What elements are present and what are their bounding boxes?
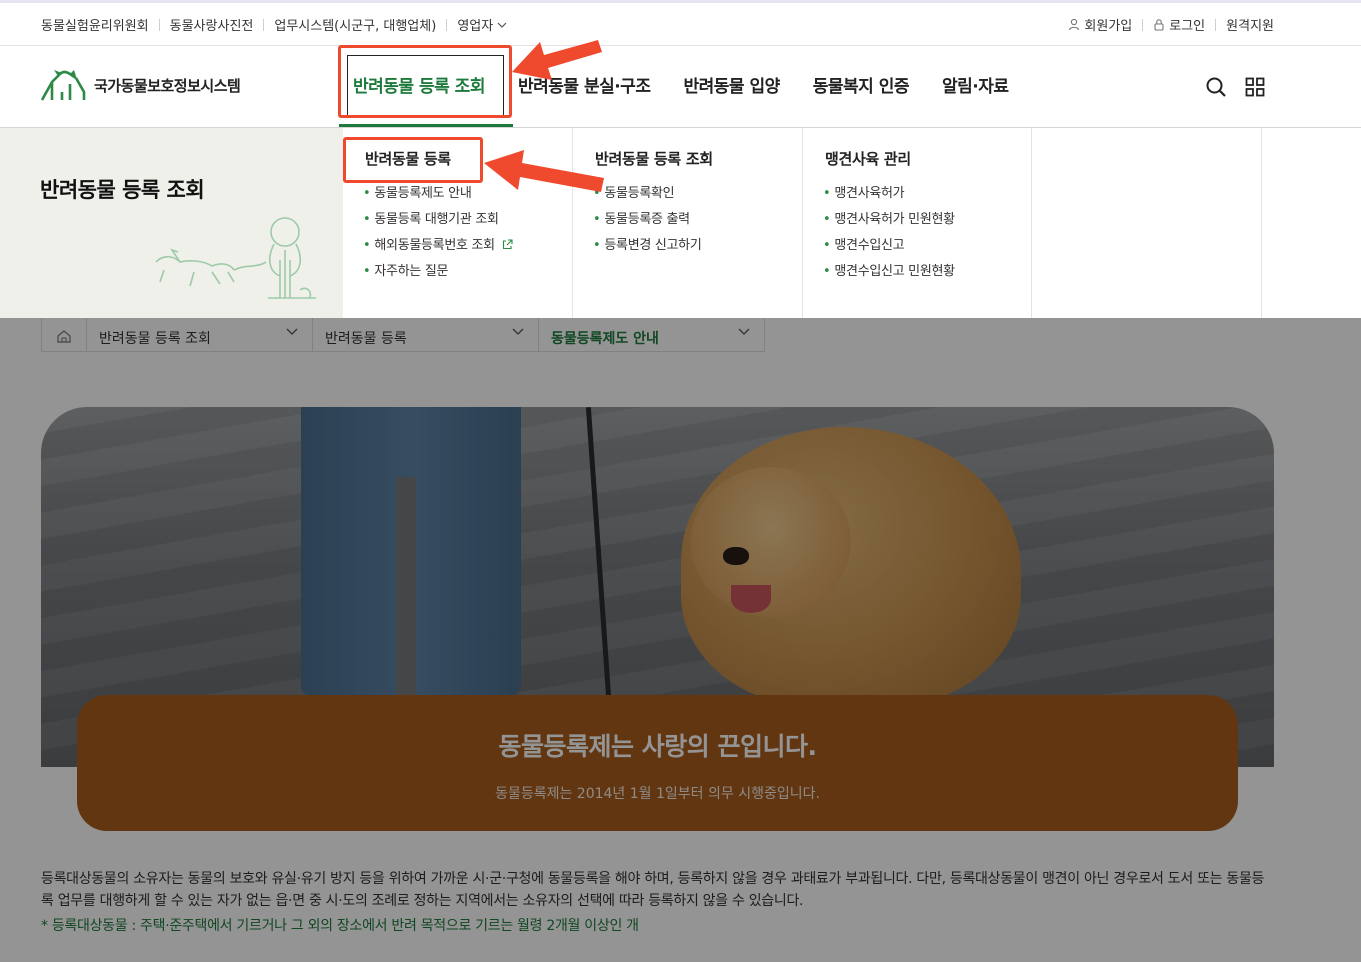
annotation-arrows: [484, 40, 604, 192]
arrow-icon: [484, 40, 604, 192]
